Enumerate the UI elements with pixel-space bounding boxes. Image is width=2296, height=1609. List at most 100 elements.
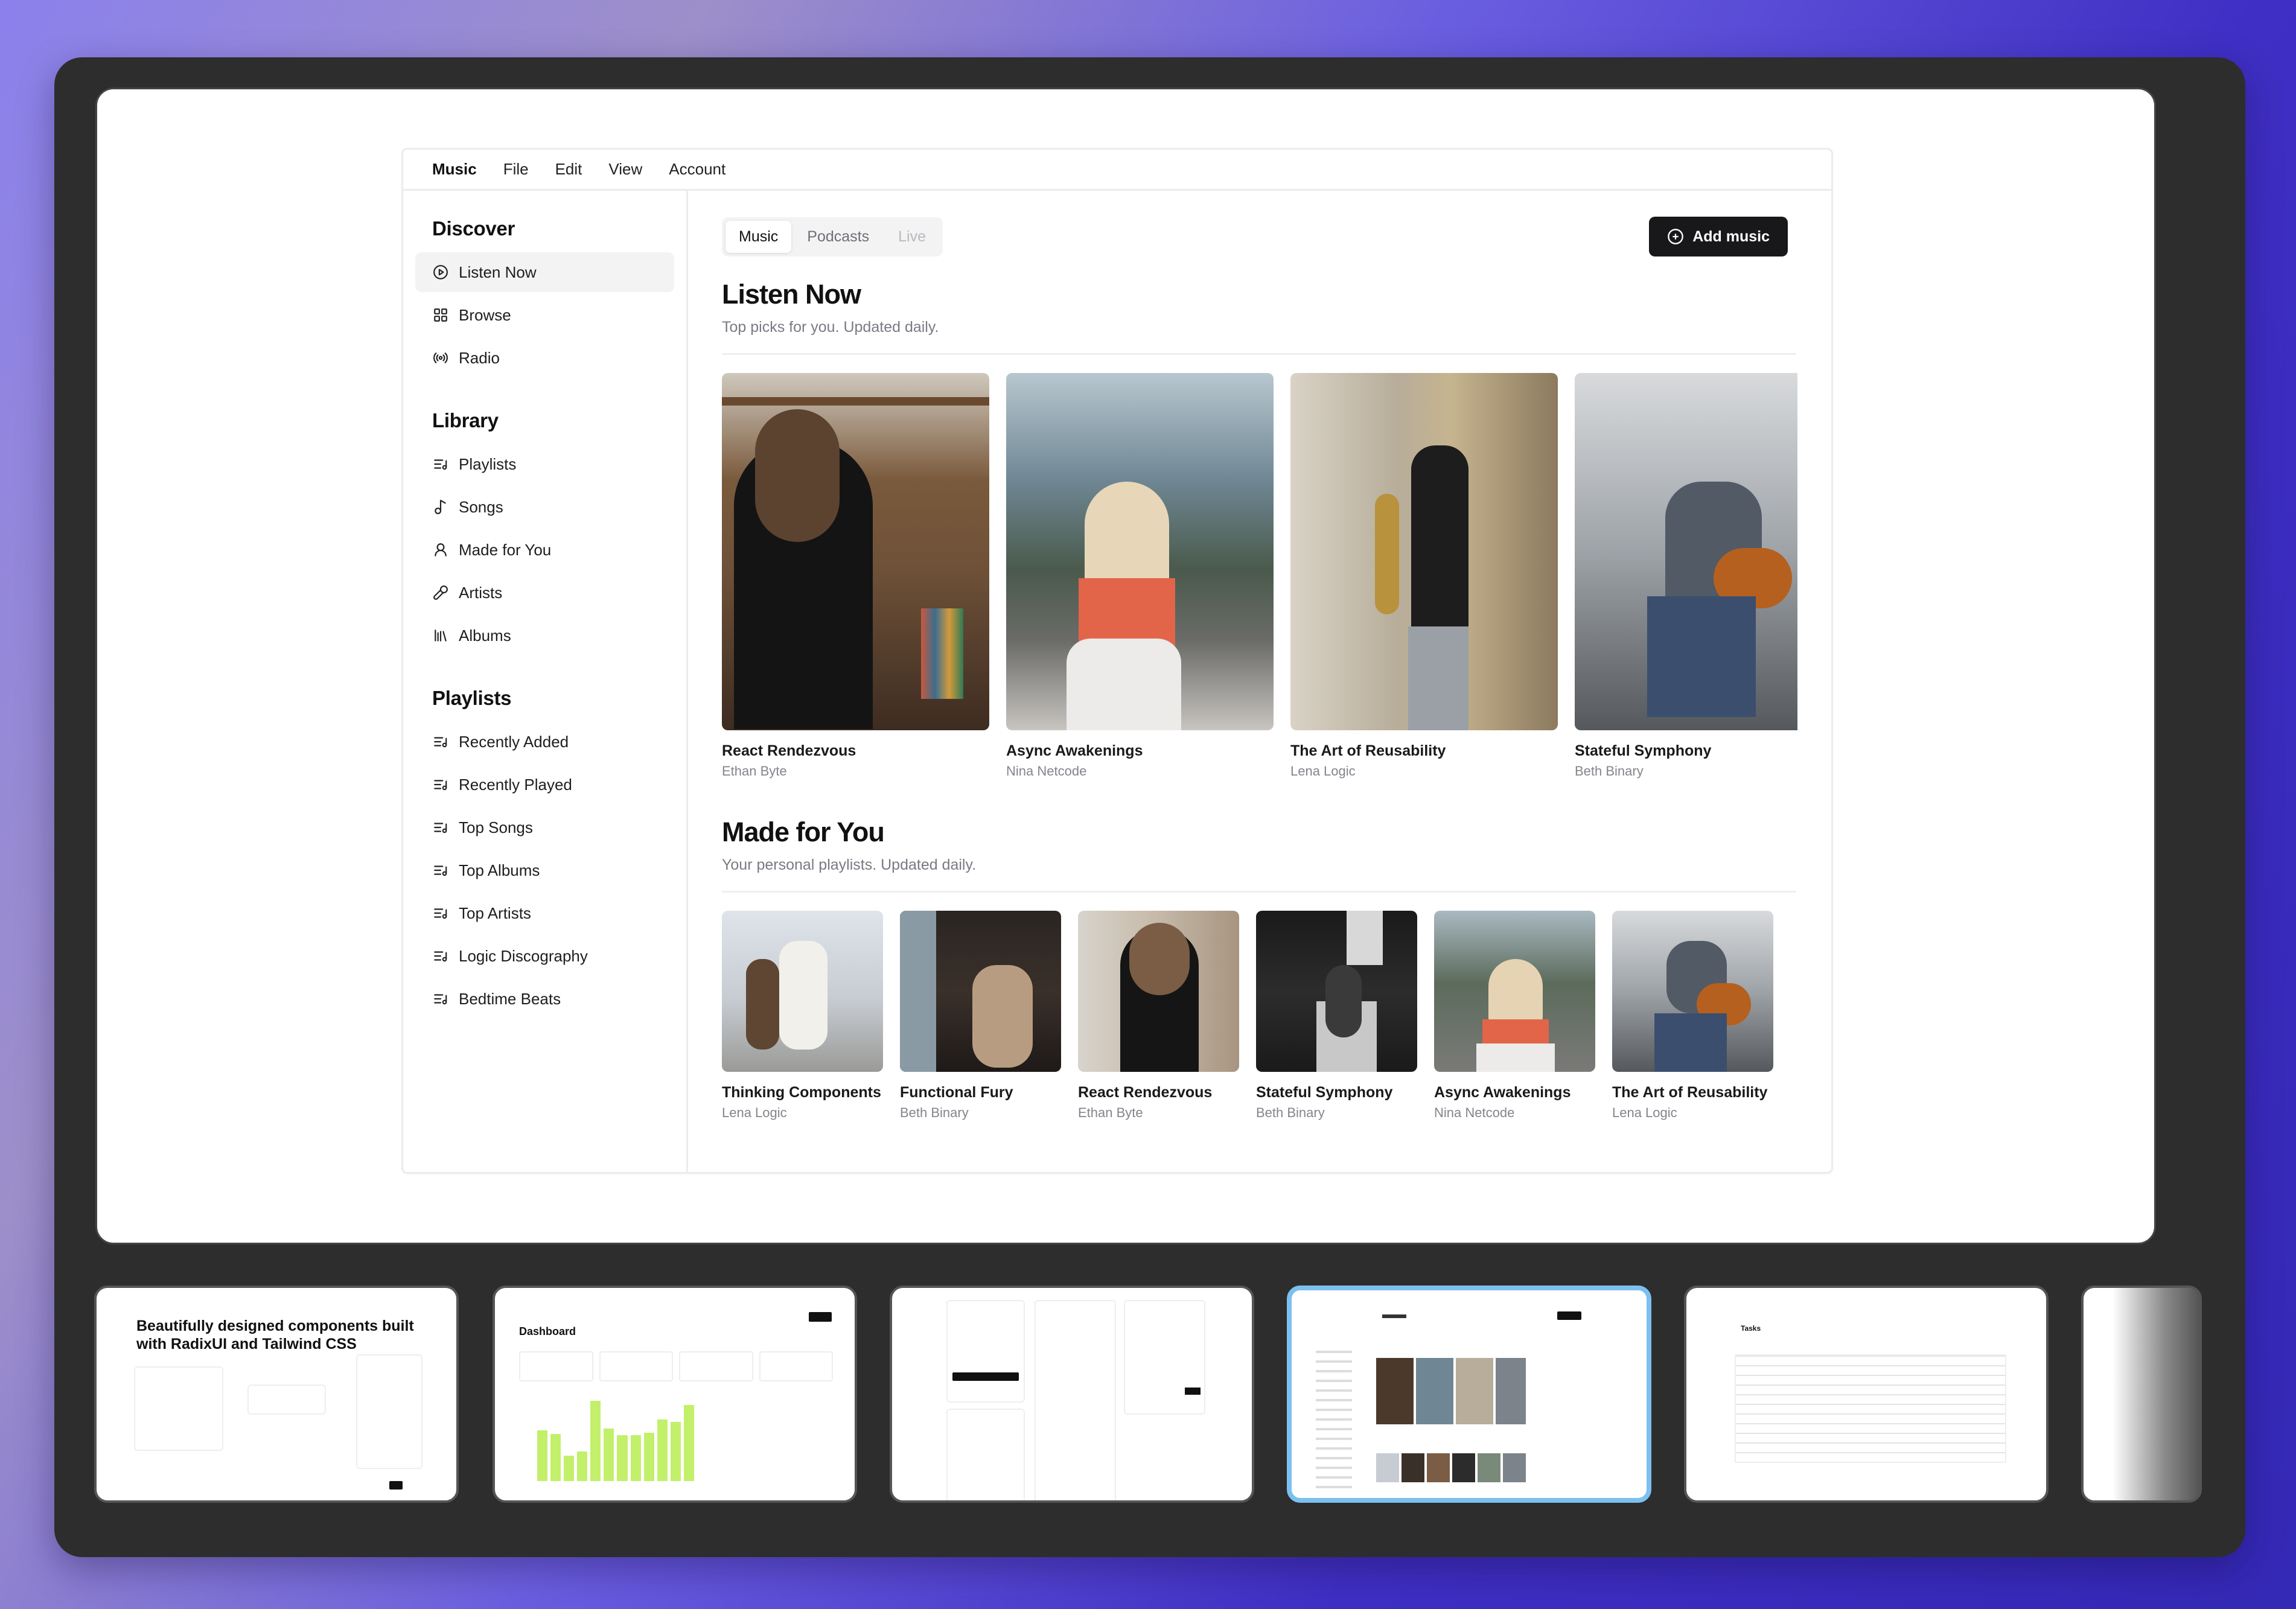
album-card[interactable]: The Art of Reusability Lena Logic <box>1290 373 1558 779</box>
thumbnail-dashboard[interactable]: Dashboard <box>493 1286 857 1503</box>
sidebar-item-label: Logic Discography <box>459 946 588 965</box>
album-cover[interactable] <box>1575 373 1797 730</box>
section-title: Playlists <box>432 687 512 709</box>
playlist-cover[interactable] <box>1256 911 1417 1072</box>
menu-file[interactable]: File <box>490 154 542 185</box>
tab-list: Music Podcasts Live <box>722 217 943 256</box>
sidebar-item-label: Top Artists <box>459 903 531 922</box>
listen-now-title: Listen Now <box>722 279 861 310</box>
sidebar-item-label: Made for You <box>459 540 552 559</box>
made-for-you-subtitle: Your personal playlists. Updated daily. <box>722 856 977 873</box>
menu-account[interactable]: Account <box>655 154 739 185</box>
playlist-card[interactable]: The Art of Reusability Lena Logic <box>1612 911 1773 1121</box>
divider <box>722 891 1796 893</box>
album-title: The Art of Reusability <box>1290 742 1446 759</box>
album-artist: Lena Logic <box>1290 763 1356 779</box>
sidebar-item-recently-played[interactable]: Recently Played <box>415 765 674 804</box>
sidebar-item-recently-added[interactable]: Recently Added <box>415 722 674 762</box>
listen-now-subtitle: Top picks for you. Updated daily. <box>722 319 939 336</box>
playlist-cover[interactable] <box>722 911 883 1072</box>
sidebar-item-playlists[interactable]: Playlists <box>415 444 674 484</box>
playlist-card[interactable]: Functional Fury Beth Binary <box>900 911 1061 1121</box>
thumbnail-partial[interactable] <box>2081 1286 2202 1503</box>
section-title: Discover <box>432 217 515 240</box>
playlist-artist: Beth Binary <box>1256 1105 1325 1120</box>
sidebar-item-radio[interactable]: Radio <box>415 338 674 378</box>
sidebar-item-top-albums[interactable]: Top Albums <box>415 850 674 890</box>
mini-bar <box>550 1433 561 1481</box>
sidebar-item-label: Radio <box>459 348 500 367</box>
sidebar-item-listen-now[interactable]: Listen Now <box>415 252 674 292</box>
album-card[interactable]: React Rendezvous Ethan Byte <box>722 373 989 779</box>
playlist-icon <box>432 733 449 750</box>
add-music-button[interactable]: Add music <box>1649 217 1788 256</box>
sidebar-item-songs[interactable]: Songs <box>415 487 674 527</box>
mini-bar <box>564 1456 575 1481</box>
playlist-title: React Rendezvous <box>1078 1084 1213 1101</box>
sidebar-item-label: Albums <box>459 626 511 645</box>
album-cover[interactable] <box>1006 373 1274 730</box>
made-for-you-row: Thinking Components Lena Logic Functiona… <box>722 911 1797 1121</box>
sidebar-item-albums[interactable]: Albums <box>415 616 674 655</box>
menu-view[interactable]: View <box>595 154 655 185</box>
playlist-cover[interactable] <box>1612 911 1773 1072</box>
mini-bar <box>604 1429 614 1481</box>
menu-music[interactable]: Music <box>432 154 490 185</box>
sidebar-item-bedtime-beats[interactable]: Bedtime Beats <box>415 979 674 1019</box>
sidebar-item-label: Top Songs <box>459 818 533 836</box>
thumbnail-tasks[interactable]: Tasks <box>1684 1286 2049 1503</box>
playlist-cover[interactable] <box>1078 911 1239 1072</box>
tab-music[interactable]: Music <box>725 220 792 253</box>
preview-screen: Music File Edit View Account Discover Li… <box>95 88 2156 1244</box>
thumbnail-heading: Beautifully designed components built wi… <box>136 1317 414 1353</box>
sidebar-item-top-songs[interactable]: Top Songs <box>415 808 674 847</box>
plus-circle-icon <box>1667 228 1684 245</box>
playlist-cover[interactable] <box>900 911 1061 1072</box>
album-card[interactable]: Stateful Symphony Beth Binary <box>1575 373 1797 779</box>
thumbnail-music[interactable] <box>1287 1286 1651 1503</box>
thumbnail-heading: Tasks <box>1741 1324 1761 1333</box>
user-icon <box>432 541 449 558</box>
playlist-artist: Ethan Byte <box>1078 1105 1143 1120</box>
thumbnail-cards[interactable] <box>890 1286 1254 1503</box>
playlist-title: Async Awakenings <box>1434 1084 1571 1101</box>
sidebar-item-browse[interactable]: Browse <box>415 295 674 335</box>
mini-bar <box>617 1435 628 1481</box>
tab-podcasts[interactable]: Podcasts <box>794 221 882 253</box>
mini-bar <box>590 1401 601 1481</box>
playlist-artist: Lena Logic <box>1612 1105 1677 1120</box>
made-for-you-title: Made for You <box>722 817 885 847</box>
sidebar-item-label: Bedtime Beats <box>459 989 561 1008</box>
sidebar-item-made-for-you[interactable]: Made for You <box>415 530 674 570</box>
sidebar-item-label: Top Albums <box>459 861 540 879</box>
music-app-window: Music File Edit View Account Discover Li… <box>401 148 1833 1174</box>
playlist-cover[interactable] <box>1434 911 1595 1072</box>
sidebar-item-artists[interactable]: Artists <box>415 573 674 613</box>
thumbnail-home[interactable]: Beautifully designed components built wi… <box>94 1286 459 1503</box>
sidebar-item-top-artists[interactable]: Top Artists <box>415 893 674 933</box>
sidebar-item-logic-discography[interactable]: Logic Discography <box>415 936 674 976</box>
add-music-label: Add music <box>1692 228 1770 245</box>
album-card[interactable]: Async Awakenings Nina Netcode <box>1006 373 1274 779</box>
playlist-title: Functional Fury <box>900 1084 1013 1101</box>
album-cover[interactable] <box>722 373 989 730</box>
playlist-icon <box>432 456 449 473</box>
mini-bar <box>683 1405 694 1481</box>
playlist-card[interactable]: Async Awakenings Nina Netcode <box>1434 911 1595 1121</box>
menubar: Music File Edit View Account <box>403 150 1831 191</box>
album-artist: Ethan Byte <box>722 763 787 779</box>
playlist-card[interactable]: Stateful Symphony Beth Binary <box>1256 911 1417 1121</box>
album-cover[interactable] <box>1290 373 1558 730</box>
thumbnail-heading: Dashboard <box>519 1325 576 1337</box>
mini-bar <box>630 1435 641 1481</box>
play-circle-icon <box>432 264 449 281</box>
playlist-icon <box>432 948 449 964</box>
menu-edit[interactable]: Edit <box>542 154 596 185</box>
playlist-icon <box>432 862 449 879</box>
mini-bar-chart <box>537 1397 694 1481</box>
listen-now-row: React Rendezvous Ethan Byte Async Awaken… <box>722 373 1797 779</box>
playlist-card[interactable]: React Rendezvous Ethan Byte <box>1078 911 1239 1121</box>
example-thumbnails: Beautifully designed components built wi… <box>54 1286 2245 1509</box>
playlist-card[interactable]: Thinking Components Lena Logic <box>722 911 883 1121</box>
playlist-title: Stateful Symphony <box>1256 1084 1393 1101</box>
